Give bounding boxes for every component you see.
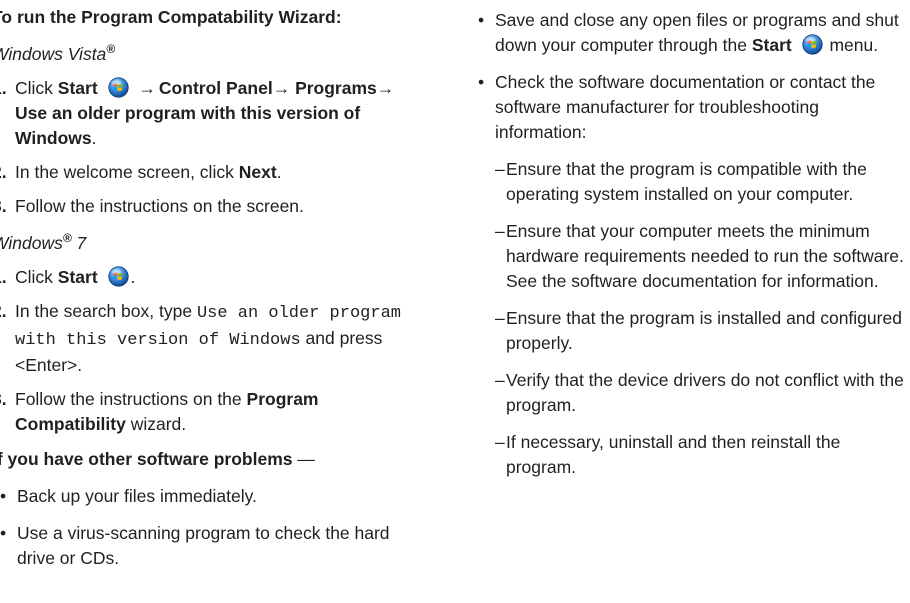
dash-mark: – (495, 159, 505, 179)
win7-step-2: 2. In the search box, type Use an older … (0, 299, 402, 378)
dash-mark: – (495, 370, 505, 390)
dash-mark: – (495, 432, 505, 452)
step-number: 3. (0, 389, 7, 409)
step-number: 1. (0, 267, 7, 287)
dash-mark: – (495, 308, 505, 328)
bullet-mark: • (478, 72, 485, 92)
manual-page: To run the Program Compatability Wizard:… (0, 0, 910, 603)
dash-item: – Ensure that the program is compatible … (495, 159, 867, 204)
bullet-mark: • (0, 486, 7, 506)
vista-step-2: 2. In the welcome screen, click Next. (0, 160, 402, 185)
dash-mark: – (495, 221, 505, 241)
win7-step-3: 3. Follow the instructions on the Progra… (0, 387, 402, 437)
bullet-item: • Use a virus-scanning program to check … (0, 523, 390, 568)
vista-step-3: 3. Follow the instructions on the screen… (0, 194, 402, 219)
other-problems-heading: If you have other software problems — (0, 449, 315, 469)
step-number: 2. (0, 162, 7, 182)
step-number: 2. (0, 301, 7, 321)
right-column: • Save and close any open files or progr… (478, 0, 908, 480)
bullet-item: • Check the software documentation or co… (478, 72, 876, 142)
step-number: 3. (0, 196, 7, 216)
bullet-mark: • (478, 10, 485, 30)
windows-start-orb-icon (108, 77, 129, 98)
bullet-item: • Save and close any open files or progr… (478, 10, 899, 55)
left-column: To run the Program Compatability Wizard:… (0, 0, 402, 571)
os-label-win7: Windows® 7 (0, 231, 87, 253)
win7-step-1: 1. Click Start . (0, 265, 402, 290)
dash-item: – Verify that the device drivers do not … (495, 370, 904, 415)
os-label-vista: Windows Vista® (0, 42, 116, 64)
dash-item: – Ensure that your computer meets the mi… (495, 221, 904, 291)
windows-start-orb-icon (802, 34, 823, 55)
step-number: 1. (0, 78, 7, 98)
bullet-item: • Back up your files immediately. (0, 484, 402, 509)
bullet-mark: • (0, 523, 7, 543)
dash-item: – If necessary, uninstall and then reins… (495, 432, 841, 477)
vista-step-1: 1. Click Start →Control Panel→ Programs→… (0, 76, 402, 151)
dash-item: – Ensure that the program is installed a… (495, 308, 902, 353)
section-heading: To run the Program Compatability Wizard: (0, 7, 342, 27)
windows-start-orb-icon (108, 266, 129, 287)
